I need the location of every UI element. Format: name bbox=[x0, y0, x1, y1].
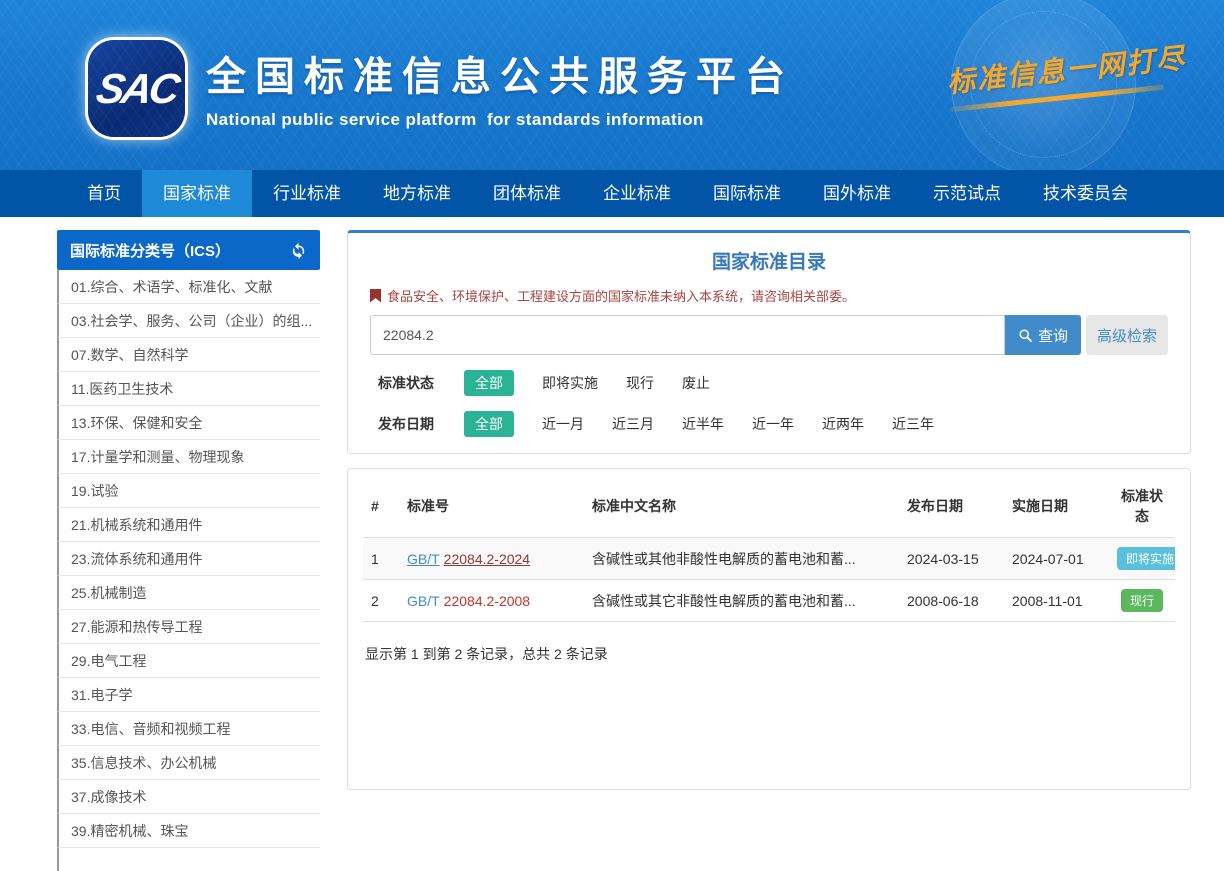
site-header: SAC 全国标准信息公共服务平台 National public service… bbox=[0, 0, 1224, 170]
ics-category-list: 01.综合、术语学、标准化、文献 03.社会学、服务、公司（企业）的组... 0… bbox=[57, 270, 320, 871]
nav-item-industry-standards[interactable]: 行业标准 bbox=[252, 170, 362, 217]
notice-text: 食品安全、环境保护、工程建设方面的国家标准未纳入本系统，请咨询相关部委。 bbox=[387, 286, 855, 305]
filter-label-date: 发布日期 bbox=[378, 414, 434, 434]
impl-date: 2024-07-01 bbox=[1004, 538, 1109, 580]
filter-row-date: 发布日期 全部 近一月 近三月 近半年 近一年 近两年 近三年 bbox=[378, 411, 1168, 437]
ics-item-21[interactable]: 21.机械系统和通用件 bbox=[57, 508, 320, 542]
content-area: 国际标准分类号（ICS） 01.综合、术语学、标准化、文献 03.社会学、服务、… bbox=[0, 217, 1224, 871]
pub-date: 2024-03-15 bbox=[899, 538, 1004, 580]
nav-item-international-standards[interactable]: 国际标准 bbox=[692, 170, 802, 217]
nav-item-group-standards[interactable]: 团体标准 bbox=[472, 170, 582, 217]
nav-item-home[interactable]: 首页 bbox=[66, 170, 142, 217]
status-badge: 即将实施 bbox=[1117, 547, 1175, 570]
ics-item-27[interactable]: 27.能源和热传导工程 bbox=[57, 610, 320, 644]
notice-bar: 食品安全、环境保护、工程建设方面的国家标准未纳入本系统，请咨询相关部委。 bbox=[370, 286, 1168, 305]
search-icon bbox=[1018, 328, 1033, 343]
table-row: 2 GB/T22084.2-2008 含碱性或其它非酸性电解质的蓄电池和蓄...… bbox=[363, 580, 1175, 622]
impl-date: 2008-11-01 bbox=[1004, 580, 1109, 622]
ics-item-03[interactable]: 03.社会学、服务、公司（企业）的组... bbox=[57, 304, 320, 338]
filter-status-abolished[interactable]: 废止 bbox=[682, 373, 710, 393]
ics-item-31[interactable]: 31.电子学 bbox=[57, 678, 320, 712]
record-count-summary: 显示第 1 到第 2 条记录，总共 2 条记录 bbox=[363, 644, 1175, 664]
table-row: 1 GB/T22084.2-2024 含碱性或其他非酸性电解质的蓄电池和蓄...… bbox=[363, 538, 1175, 580]
ics-item-13[interactable]: 13.环保、保健和安全 bbox=[57, 406, 320, 440]
ics-sidebar-header: 国际标准分类号（ICS） bbox=[57, 230, 320, 270]
filter-date-6months[interactable]: 近半年 bbox=[682, 414, 724, 434]
ics-sidebar-title: 国际标准分类号（ICS） bbox=[70, 240, 230, 261]
query-button-label: 查询 bbox=[1038, 325, 1068, 346]
filter-date-3years[interactable]: 近三年 bbox=[892, 414, 934, 434]
query-button[interactable]: 查询 bbox=[1005, 315, 1081, 355]
ics-item-35[interactable]: 35.信息技术、办公机械 bbox=[57, 746, 320, 780]
main-nav: 首页 国家标准 行业标准 地方标准 团体标准 企业标准 国际标准 国外标准 示范… bbox=[0, 170, 1224, 217]
row-index: 1 bbox=[363, 538, 399, 580]
col-header-impl-date: 实施日期 bbox=[1004, 475, 1109, 538]
nav-item-pilot-program[interactable]: 示范试点 bbox=[912, 170, 1022, 217]
ics-item-01[interactable]: 01.综合、术语学、标准化、文献 bbox=[57, 270, 320, 304]
ics-item-19[interactable]: 19.试验 bbox=[57, 474, 320, 508]
results-table: # 标准号 标准中文名称 发布日期 实施日期 标准状态 1 GB/T22084.… bbox=[363, 475, 1175, 622]
site-subtitle: National public service platform for sta… bbox=[206, 110, 794, 130]
standard-name: 含碱性或其它非酸性电解质的蓄电池和蓄... bbox=[584, 580, 899, 622]
filter-date-2years[interactable]: 近两年 bbox=[822, 414, 864, 434]
filter-date-1year[interactable]: 近一年 bbox=[752, 414, 794, 434]
table-header-row: # 标准号 标准中文名称 发布日期 实施日期 标准状态 bbox=[363, 475, 1175, 538]
filter-status-current[interactable]: 现行 bbox=[626, 373, 654, 393]
standard-link[interactable]: GB/T22084.2-2008 bbox=[407, 593, 530, 609]
filter-date-3months[interactable]: 近三月 bbox=[612, 414, 654, 434]
ics-item-33[interactable]: 33.电信、音频和视频工程 bbox=[57, 712, 320, 746]
ics-sidebar: 国际标准分类号（ICS） 01.综合、术语学、标准化、文献 03.社会学、服务、… bbox=[57, 230, 320, 871]
ics-item-29[interactable]: 29.电气工程 bbox=[57, 644, 320, 678]
ics-item-25[interactable]: 25.机械制造 bbox=[57, 576, 320, 610]
page-title: 国家标准目录 bbox=[370, 247, 1168, 274]
site-title: 全国标准信息公共服务平台 bbox=[206, 44, 794, 102]
row-index: 2 bbox=[363, 580, 399, 622]
search-input[interactable] bbox=[370, 315, 1005, 355]
filter-date-1month[interactable]: 近一月 bbox=[542, 414, 584, 434]
col-header-status: 标准状态 bbox=[1109, 475, 1175, 538]
standard-name: 含碱性或其他非酸性电解质的蓄电池和蓄... bbox=[584, 538, 899, 580]
nav-item-foreign-standards[interactable]: 国外标准 bbox=[802, 170, 912, 217]
advanced-search-button[interactable]: 高级检索 bbox=[1086, 315, 1168, 355]
ics-item-07[interactable]: 07.数学、自然科学 bbox=[57, 338, 320, 372]
status-badge: 现行 bbox=[1121, 589, 1163, 612]
nav-item-enterprise-standards[interactable]: 企业标准 bbox=[582, 170, 692, 217]
ics-item-37[interactable]: 37.成像技术 bbox=[57, 780, 320, 814]
standard-link[interactable]: GB/T22084.2-2024 bbox=[407, 551, 530, 567]
filter-row-status: 标准状态 全部 即将实施 现行 废止 bbox=[378, 370, 1168, 396]
bookmark-flag-icon bbox=[370, 289, 381, 303]
col-header-standard-no: 标准号 bbox=[399, 475, 584, 538]
ics-item-11[interactable]: 11.医药卫生技术 bbox=[57, 372, 320, 406]
search-row: 查询 高级检索 bbox=[370, 315, 1168, 355]
col-header-index: # bbox=[363, 475, 399, 538]
site-title-block: 全国标准信息公共服务平台 National public service pla… bbox=[206, 44, 794, 130]
sac-logo[interactable]: SAC bbox=[88, 40, 185, 137]
nav-item-national-standards[interactable]: 国家标准 bbox=[142, 170, 252, 217]
pub-date: 2008-06-18 bbox=[899, 580, 1004, 622]
filter-date-all[interactable]: 全部 bbox=[464, 411, 514, 437]
col-header-pub-date: 发布日期 bbox=[899, 475, 1004, 538]
filter-status-upcoming[interactable]: 即将实施 bbox=[542, 373, 598, 393]
sac-logo-text: SAC bbox=[92, 65, 180, 113]
col-header-name: 标准中文名称 bbox=[584, 475, 899, 538]
filter-status-all[interactable]: 全部 bbox=[464, 370, 514, 396]
nav-item-local-standards[interactable]: 地方标准 bbox=[362, 170, 472, 217]
ics-item-39[interactable]: 39.精密机械、珠宝 bbox=[57, 814, 320, 848]
ics-item-17[interactable]: 17.计量学和测量、物理现象 bbox=[57, 440, 320, 474]
nav-item-technical-committee[interactable]: 技术委员会 bbox=[1022, 170, 1149, 217]
search-panel: 国家标准目录 食品安全、环境保护、工程建设方面的国家标准未纳入本系统，请咨询相关… bbox=[347, 230, 1191, 454]
filter-label-status: 标准状态 bbox=[378, 373, 434, 393]
ics-item-23[interactable]: 23.流体系统和通用件 bbox=[57, 542, 320, 576]
refresh-icon[interactable] bbox=[290, 242, 307, 259]
ics-item-partial[interactable] bbox=[57, 848, 320, 871]
results-panel: # 标准号 标准中文名称 发布日期 实施日期 标准状态 1 GB/T22084.… bbox=[347, 468, 1191, 790]
main-column: 国家标准目录 食品安全、环境保护、工程建设方面的国家标准未纳入本系统，请咨询相关… bbox=[347, 230, 1191, 871]
